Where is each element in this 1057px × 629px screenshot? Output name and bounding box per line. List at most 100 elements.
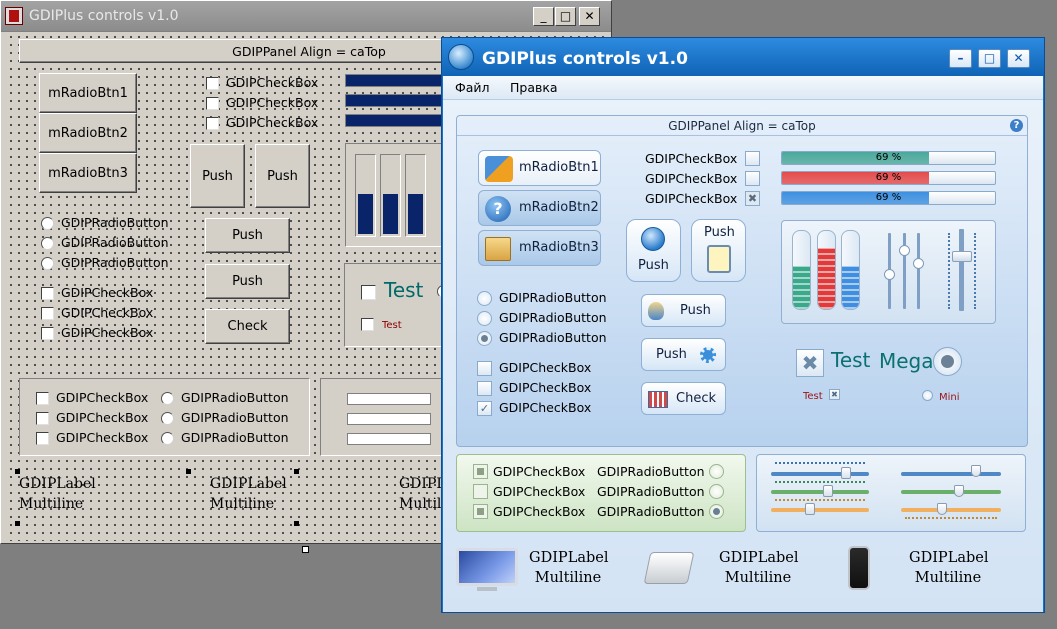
form-resize-handle[interactable] xyxy=(302,546,309,553)
help-icon[interactable]: ? xyxy=(1010,119,1023,132)
push-button[interactable]: Push xyxy=(255,144,310,208)
checkbox[interactable] xyxy=(477,361,492,376)
vertical-bars-panel xyxy=(345,143,445,247)
test-checkbox[interactable]: ✖ xyxy=(796,349,824,377)
push-button-clipboard[interactable]: Push xyxy=(691,219,746,282)
slider-track[interactable] xyxy=(347,433,431,445)
slider-knob[interactable] xyxy=(841,467,851,479)
horizontal-slider[interactable] xyxy=(901,472,1001,476)
radio-button[interactable] xyxy=(41,237,54,250)
radio-button[interactable] xyxy=(41,217,54,230)
close-button[interactable]: ✕ xyxy=(579,7,600,26)
test-small-checkbox[interactable] xyxy=(361,318,374,331)
checkbox[interactable] xyxy=(745,151,760,166)
slider-track[interactable] xyxy=(347,413,431,425)
checkbox[interactable] xyxy=(745,171,760,186)
test-checkbox[interactable] xyxy=(361,285,376,300)
checkbox[interactable] xyxy=(206,97,219,110)
selection-handle[interactable] xyxy=(294,469,299,474)
minimize-button[interactable]: _ xyxy=(533,7,554,26)
push-button[interactable]: Push xyxy=(190,144,245,208)
mradio-button-1[interactable]: mRadioBtn1 xyxy=(39,73,137,113)
check-label: Check xyxy=(676,391,716,406)
horizontal-slider[interactable] xyxy=(771,490,869,494)
mega-radio-button[interactable] xyxy=(933,347,962,376)
slider-knob[interactable] xyxy=(899,245,910,256)
slider-knob[interactable] xyxy=(913,258,924,269)
radio-button[interactable] xyxy=(477,311,492,326)
checkbox[interactable] xyxy=(477,381,492,396)
slider-knob[interactable] xyxy=(971,465,981,477)
radio-label: GDIPRadioButton xyxy=(181,430,289,445)
check-button[interactable]: Check xyxy=(205,309,290,344)
checkbox-label: GDIPCheckBox xyxy=(499,360,592,375)
slider-knob[interactable] xyxy=(937,503,947,515)
maximize-button[interactable]: □ xyxy=(978,49,1001,68)
horizontal-slider[interactable] xyxy=(771,472,869,476)
push-button-clock[interactable]: Push xyxy=(626,219,681,282)
push-button-user[interactable]: Push xyxy=(641,294,726,327)
menu-edit[interactable]: Правка xyxy=(510,80,558,95)
checkbox[interactable] xyxy=(41,307,54,320)
test-small-checkbox[interactable]: ✖ xyxy=(829,389,840,400)
radio-button-checked[interactable] xyxy=(477,331,492,346)
checkbox-checked[interactable] xyxy=(473,504,488,519)
push-button[interactable]: Push xyxy=(205,264,290,299)
checkbox-label: GDIPCheckBox xyxy=(56,410,149,425)
mradio-button-2[interactable]: ? mRadioBtn2 xyxy=(478,190,601,226)
mradio-button-2[interactable]: mRadioBtn2 xyxy=(39,113,137,153)
radio-button[interactable] xyxy=(709,484,724,499)
back-window-titlebar[interactable]: GDIPlus controls v1.0 _ □ ✕ xyxy=(1,1,611,32)
radio-button[interactable] xyxy=(161,432,174,445)
checkbox-label: GDIPCheckBox xyxy=(56,430,149,445)
mini-radio-button[interactable] xyxy=(922,390,933,401)
checkbox[interactable] xyxy=(36,392,49,405)
checkbox[interactable] xyxy=(41,327,54,340)
slider-knob[interactable] xyxy=(952,251,972,262)
checkbox-checked[interactable] xyxy=(473,464,488,479)
vertical-slider[interactable] xyxy=(917,233,920,309)
selection-handle[interactable] xyxy=(294,521,299,526)
slider-knob[interactable] xyxy=(884,269,895,280)
selection-handle[interactable] xyxy=(186,469,191,474)
push-label: Push xyxy=(638,258,669,273)
mradio-button-3[interactable]: mRadioBtn3 xyxy=(39,153,137,193)
checkbox[interactable]: ✖ xyxy=(745,191,760,206)
radio-button-checked[interactable] xyxy=(709,504,724,519)
radio-button[interactable] xyxy=(161,412,174,425)
slider-knob[interactable] xyxy=(954,485,964,497)
push-button-settings[interactable]: Push xyxy=(641,338,726,371)
progress-text: 69 % xyxy=(875,172,902,183)
horizontal-slider[interactable] xyxy=(771,508,869,512)
checkbox[interactable] xyxy=(206,117,219,130)
radio-button[interactable] xyxy=(477,291,492,306)
maximize-button[interactable]: □ xyxy=(555,7,576,26)
menu-file[interactable]: Файл xyxy=(455,80,490,95)
multiline-label: GDIPLabel Multiline xyxy=(19,476,96,512)
slider-knob[interactable] xyxy=(805,503,815,515)
front-window-titlebar[interactable]: GDIPlus controls v1.0 – □ ✕ xyxy=(442,38,1044,76)
mradio-button-3[interactable]: mRadioBtn3 xyxy=(478,230,601,266)
selection-handle[interactable] xyxy=(15,521,20,526)
horizontal-slider[interactable] xyxy=(901,508,1001,512)
slider-knob[interactable] xyxy=(823,485,833,497)
checkbox[interactable] xyxy=(206,77,219,90)
slider-track[interactable] xyxy=(347,393,431,405)
checkbox[interactable] xyxy=(36,412,49,425)
checkbox[interactable] xyxy=(36,432,49,445)
checkbox-label: GDIPCheckBox xyxy=(56,390,149,405)
mradio-button-1[interactable]: mRadioBtn1 xyxy=(478,150,601,186)
minimize-button[interactable]: – xyxy=(949,49,972,68)
check-button[interactable]: Check xyxy=(641,382,726,415)
radio-button[interactable] xyxy=(709,464,724,479)
radio-button[interactable] xyxy=(41,257,54,270)
checkbox[interactable] xyxy=(473,484,488,499)
radio-button[interactable] xyxy=(161,392,174,405)
checkbox[interactable] xyxy=(41,287,54,300)
radio-label: GDIPRadioButton xyxy=(597,464,705,479)
checkbox[interactable]: ✓ xyxy=(477,401,492,416)
vertical-slider[interactable] xyxy=(959,229,964,311)
close-button[interactable]: ✕ xyxy=(1007,49,1030,68)
horizontal-slider[interactable] xyxy=(901,490,1001,494)
push-button[interactable]: Push xyxy=(205,218,290,253)
